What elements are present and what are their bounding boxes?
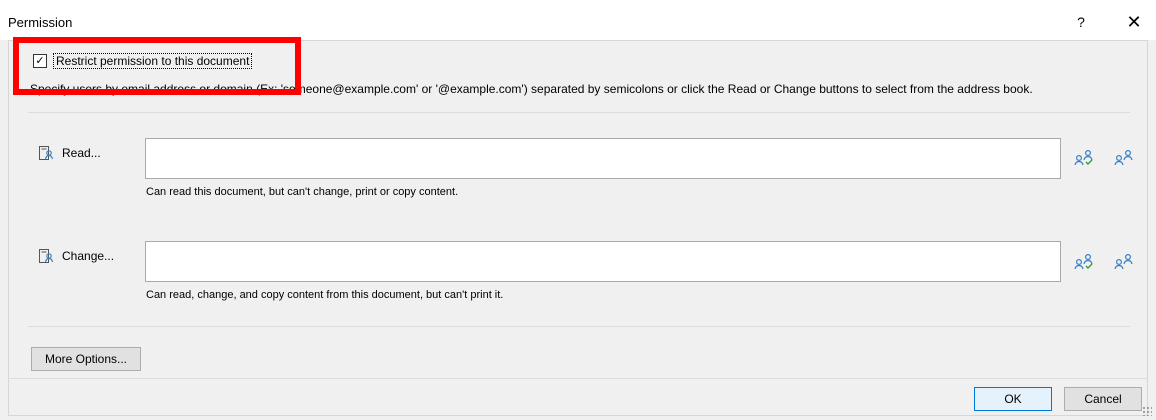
change-users-input[interactable] <box>145 241 1061 282</box>
check-names-icon[interactable] <box>1074 252 1096 270</box>
close-button[interactable]: ✕ <box>1118 8 1150 36</box>
people-icon[interactable] <box>1114 148 1136 166</box>
read-button[interactable]: Read... <box>38 145 101 161</box>
check-names-icon[interactable] <box>1074 148 1096 166</box>
checkmark-icon: ✓ <box>35 55 45 67</box>
ok-button[interactable]: OK <box>974 387 1052 411</box>
change-button-label: Change... <box>62 249 115 263</box>
cancel-button[interactable]: Cancel <box>1064 387 1142 411</box>
change-description: Can read, change, and copy content from … <box>146 289 504 301</box>
instructions-text: Specify users by email address or domain… <box>30 82 1033 96</box>
bottom-divider <box>8 378 1148 379</box>
read-users-input[interactable] <box>145 138 1061 179</box>
resize-grip-icon[interactable] <box>1142 406 1152 416</box>
restrict-permission-checkbox[interactable]: ✓ Restrict permission to this document <box>33 52 253 70</box>
title-bar: Permission ? ✕ <box>0 0 1156 40</box>
help-button[interactable]: ? <box>1066 8 1096 36</box>
permission-dialog: Permission ? ✕ ✓ Restrict permission to … <box>0 0 1156 420</box>
address-book-icon <box>39 249 54 263</box>
people-icon[interactable] <box>1114 252 1136 270</box>
read-button-label: Read... <box>62 146 101 160</box>
restrict-permission-label[interactable]: Restrict permission to this document <box>53 53 253 69</box>
read-description: Can read this document, but can't change… <box>146 186 459 198</box>
checkbox-box[interactable]: ✓ <box>33 54 47 68</box>
change-button[interactable]: Change... <box>38 248 114 264</box>
address-book-icon <box>39 146 54 160</box>
dialog-title: Permission <box>8 15 73 30</box>
more-options-button[interactable]: More Options... <box>31 347 141 371</box>
